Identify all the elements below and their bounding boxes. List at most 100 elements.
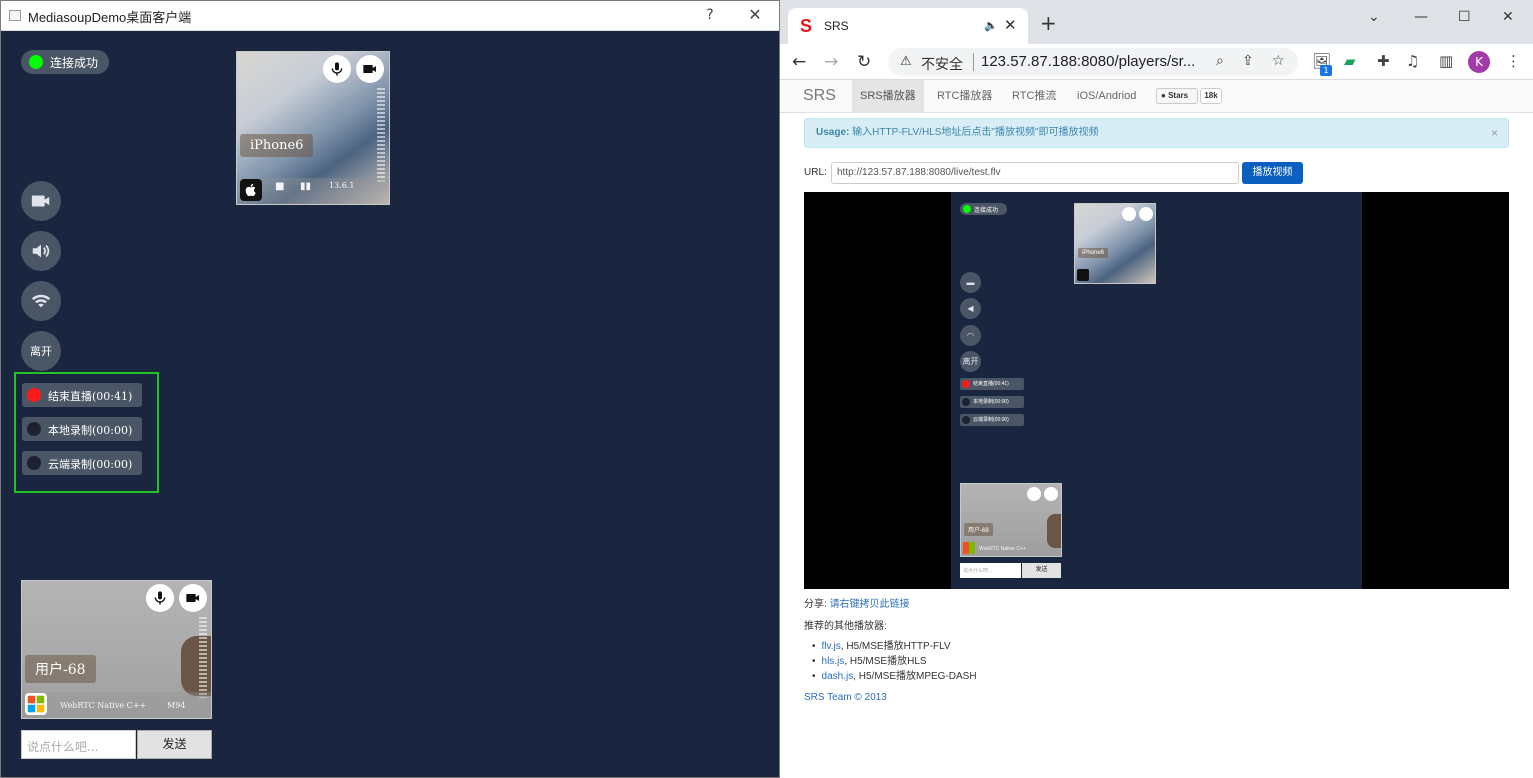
new-tab-button[interactable]: + (1040, 13, 1057, 33)
microphone-icon (154, 591, 166, 605)
video-camera-icon (31, 195, 50, 207)
extension-flag-icon[interactable]: ▰ (1344, 52, 1356, 70)
window-close-icon[interactable]: ✕ (1502, 9, 1514, 25)
media-control-icon[interactable]: ♫ (1406, 52, 1419, 70)
send-button[interactable]: 发送 (137, 730, 212, 759)
profile-avatar[interactable]: K (1468, 51, 1490, 73)
srs-favicon-icon: S (800, 16, 813, 36)
leave-button[interactable]: 离开 (21, 331, 61, 371)
players-list: flv.js, H5/MSE播放HTTP-FLV hls.js, H5/MSE播… (812, 639, 977, 684)
github-stars-label: Stars (1168, 91, 1189, 100)
nav-ios-android[interactable]: iOS/Andriod (1069, 80, 1144, 113)
network-button[interactable] (21, 281, 61, 321)
remote-name-tag: iPhone6 (240, 134, 314, 157)
local-camera-button[interactable] (179, 584, 207, 612)
live-indicator-icon (27, 388, 41, 402)
menu-kebab-icon[interactable]: ⋮ (1506, 52, 1521, 70)
local-mic-button[interactable] (146, 584, 174, 612)
cloud-record-label: 云端录制(00:00) (48, 458, 133, 471)
site-navbar: SRS SRS播放器 RTC播放器 RTC推流 iOS/Andriod ● St… (780, 80, 1533, 113)
nav-rtc-publish[interactable]: RTC推流 (1004, 80, 1064, 113)
bookmark-star-icon[interactable]: ☆ (1272, 53, 1285, 69)
hlsjs-link[interactable]: hls.js (822, 656, 845, 667)
list-item: flv.js, H5/MSE播放HTTP-FLV (812, 639, 977, 654)
cloud-record-button[interactable]: 云端录制(00:00) (22, 451, 142, 475)
remote-mic-button[interactable] (323, 55, 351, 83)
dashjs-link[interactable]: dash.js (822, 671, 854, 682)
flvjs-link[interactable]: flv.js (822, 641, 841, 652)
share-label: 分享: (804, 599, 827, 610)
video-player[interactable]: 连接成功 ▬ ◀ ◠ 离开 结束直播(00:41) 本地录制(00:00) 云端… (804, 192, 1509, 589)
audio-level-meter (377, 88, 385, 184)
tab-strip: S SRS 🔈 ✕ + ⌄ — ☐ ✕ (780, 0, 1533, 44)
address-bar[interactable]: ⚠ 不安全 123.57.87.188:8080/players/sr... ⌕… (888, 48, 1298, 76)
nav-rtc-player[interactable]: RTC播放器 (929, 80, 1000, 113)
speaker-toggle-button[interactable] (21, 231, 61, 271)
connection-status-text: 连接成功 (50, 56, 99, 70)
apple-icon (240, 179, 262, 201)
app-icon (9, 10, 21, 21)
help-button[interactable]: ? (700, 5, 720, 25)
site-brand[interactable]: SRS (803, 87, 836, 105)
play-video-button[interactable]: 播放视频 (1242, 162, 1303, 184)
github-stars-count[interactable]: 18k (1200, 88, 1222, 104)
mediasoup-desktop-window: MediasoupDemo桌面客户端 ? ✕ 连接成功 离开 结束直播(00:4… (0, 0, 780, 778)
tab-srs[interactable]: S SRS 🔈 ✕ (788, 8, 1028, 44)
minimize-icon[interactable]: — (1414, 9, 1428, 25)
audio-playing-icon[interactable]: 🔈 (984, 19, 998, 32)
local-record-label: 本地录制(00:00) (48, 424, 133, 437)
status-dot-icon (963, 205, 971, 213)
alert-close-icon[interactable]: × (1491, 119, 1498, 147)
extensions-puzzle-icon[interactable]: ✚ (1377, 52, 1390, 70)
wifi-icon (31, 294, 51, 308)
maximize-icon[interactable]: ☐ (1458, 9, 1471, 25)
end-live-button[interactable]: 结束直播(00:41) (22, 383, 142, 407)
mini-speaker-icon: ◀ (960, 298, 981, 319)
chat-input[interactable]: 说点什么吧... (21, 730, 136, 759)
address-url: 123.57.87.188:8080/players/sr... (981, 53, 1196, 70)
camera-toggle-button[interactable] (21, 181, 61, 221)
list-item: dash.js, H5/MSE播放MPEG-DASH (812, 669, 977, 684)
microphone-icon (1122, 207, 1136, 221)
site-footer[interactable]: SRS Team © 2013 (804, 692, 887, 703)
remote-video-tile[interactable]: iPhone6 ■ ▮▮ 13.6.1 (236, 51, 390, 205)
live-indicator-icon (962, 380, 970, 388)
side-panel-icon[interactable]: ▥ (1439, 52, 1453, 70)
forward-icon[interactable]: → (824, 52, 838, 72)
usage-alert: Usage: 输入HTTP-FLV/HLS地址后点击"播放视频"即可播放视频 × (804, 118, 1509, 148)
nav-srs-player[interactable]: SRS播放器 (852, 80, 924, 113)
window-titlebar: MediasoupDemo桌面客户端 ? ✕ (1, 1, 779, 31)
local-video-tile[interactable]: 用户-68 WebRTC Native C++ M94 (21, 580, 212, 719)
close-button[interactable]: ✕ (745, 5, 765, 25)
zoom-icon[interactable]: ⌕ (1216, 53, 1224, 69)
stream-url-input[interactable]: http://123.57.87.188:8080/live/test.flv (831, 162, 1239, 184)
mini-local-record: 本地录制(00:00) (960, 396, 1024, 408)
remote-camera-button[interactable] (356, 55, 384, 83)
windows-icon (963, 542, 975, 554)
share-icon[interactable]: ⇪ (1242, 53, 1254, 69)
record-indicator-icon (962, 416, 970, 424)
back-icon[interactable]: ← (792, 52, 806, 72)
list-item: hls.js, H5/MSE播放HLS (812, 654, 977, 669)
person-silhouette (1047, 514, 1061, 548)
github-stars-button[interactable]: ● Stars (1156, 88, 1198, 104)
video-camera-icon (1044, 487, 1058, 501)
audio-level-meter (199, 617, 207, 698)
local-record-button[interactable]: 本地录制(00:00) (22, 417, 142, 441)
recording-controls-group: 结束直播(00:41) 本地录制(00:00) 云端录制(00:00) (14, 372, 159, 493)
extension-badge: 1 (1320, 65, 1332, 76)
tab-title: SRS (824, 19, 849, 33)
url-label: URL: (804, 167, 827, 178)
mini-cloud-record: 云端录制(00:00) (960, 414, 1024, 426)
reload-icon[interactable]: ↻ (857, 52, 871, 72)
share-link[interactable]: 请右键拷贝此链接 (830, 599, 910, 610)
tab-search-chevron-icon[interactable]: ⌄ (1368, 9, 1380, 25)
mini-cloud-record-label: 云端录制(00:00) (973, 417, 1009, 423)
video-camera-icon (363, 65, 376, 73)
dashjs-desc: , H5/MSE播放MPEG-DASH (853, 671, 977, 682)
mini-send-button: 发送 (1022, 563, 1061, 578)
player-video-frame: 连接成功 ▬ ◀ ◠ 离开 结束直播(00:41) 本地录制(00:00) 云端… (951, 192, 1362, 589)
window-title: MediasoupDemo桌面客户端 (28, 10, 192, 25)
tab-close-icon[interactable]: ✕ (1004, 16, 1017, 34)
video-camera-icon (1139, 207, 1153, 221)
